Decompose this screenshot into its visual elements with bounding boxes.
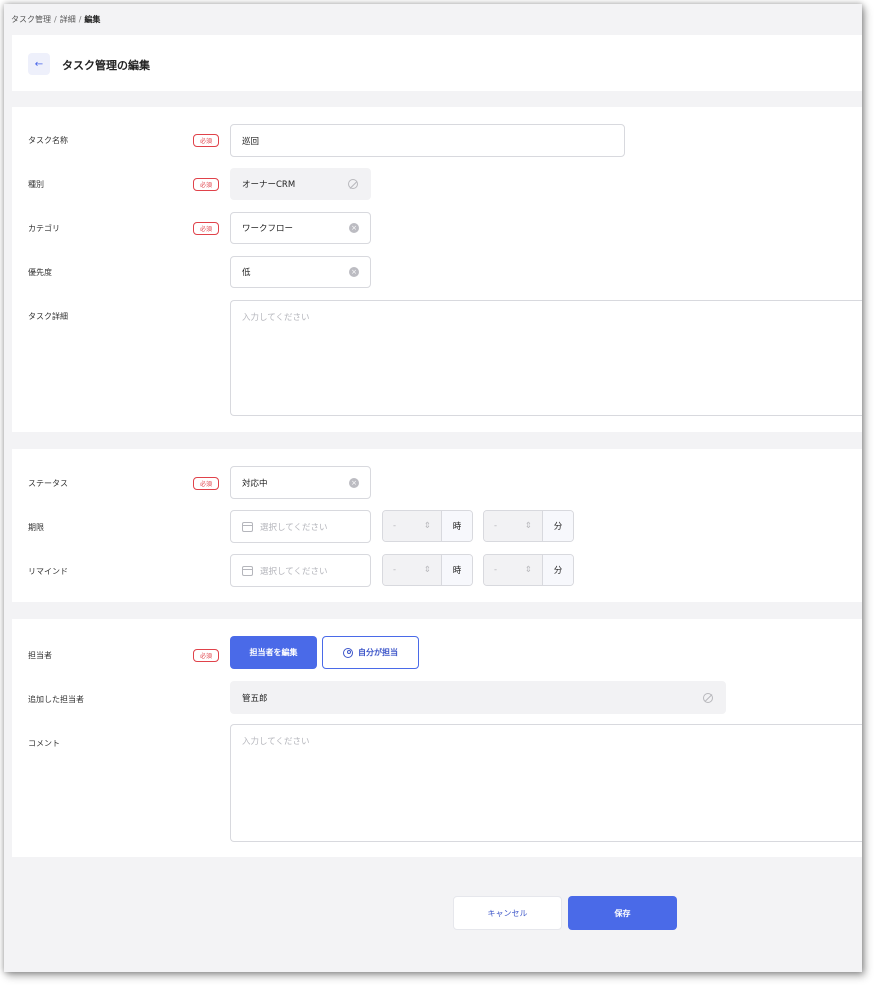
required-badge: 必須 <box>193 222 219 235</box>
deadline-date-picker[interactable]: 選択してください <box>230 510 371 543</box>
clear-icon[interactable]: × <box>349 477 359 488</box>
clear-icon[interactable]: × <box>349 267 359 277</box>
hour-unit: 時 <box>441 555 472 585</box>
deadline-hour-field[interactable]: - ⇕ <box>383 511 441 541</box>
remind-label: リマインド <box>28 567 68 576</box>
assignee-label: 担当者 <box>28 651 52 660</box>
user-icon <box>343 647 353 658</box>
task-name-input[interactable]: 巡回 <box>230 124 625 157</box>
spinner-icon[interactable]: ⇕ <box>424 521 431 531</box>
page-header: ← タスク管理の編集 <box>12 35 862 91</box>
category-select[interactable]: ワークフロー × <box>230 212 371 244</box>
assignee-section: 担当者 必須 担当者を編集 自分が担当 追加した担当者 管五郎 コメント 入力し… <box>12 619 862 857</box>
status-section: ステータス 必須 対応中 × 期限 選択してください - ⇕ 時 - ⇕ 分 リ… <box>12 449 862 602</box>
category-value: ワークフロー <box>242 224 294 234</box>
required-badge: 必須 <box>193 477 219 490</box>
deadline-hour-input[interactable]: - ⇕ 時 <box>382 510 473 542</box>
added-assignee-value: 管五郎 <box>242 693 268 704</box>
remind-minute-field[interactable]: - ⇕ <box>484 555 542 585</box>
deadline-minute-field[interactable]: - ⇕ <box>484 511 542 541</box>
remind-hour-value: - <box>393 565 397 575</box>
deadline-date-placeholder: 選択してください <box>260 522 328 533</box>
assign-self-label: 自分が担当 <box>358 648 398 657</box>
status-select[interactable]: 対応中 × <box>230 466 371 499</box>
priority-value: 低 <box>242 268 251 278</box>
deadline-hour-value: - <box>393 521 397 531</box>
task-name-value: 巡回 <box>242 136 260 147</box>
remind-hour-field[interactable]: - ⇕ <box>383 555 441 585</box>
priority-select[interactable]: 低 × <box>230 256 371 288</box>
disabled-icon <box>348 179 358 189</box>
page-title: タスク管理の編集 <box>62 59 150 72</box>
minute-unit: 分 <box>542 555 573 585</box>
remind-minute-input[interactable]: - ⇕ 分 <box>483 554 574 586</box>
disabled-icon <box>703 692 713 703</box>
breadcrumb: タスク管理 / 詳細 / 編集 <box>11 14 100 25</box>
deadline-label: 期限 <box>28 523 44 532</box>
breadcrumb-current: 編集 <box>84 15 101 24</box>
comment-placeholder: 入力してください <box>242 737 310 747</box>
detail-textarea[interactable]: 入力してください <box>230 300 862 416</box>
type-value: オーナーCRM <box>242 180 296 190</box>
detail-placeholder: 入力してください <box>242 313 310 323</box>
required-badge: 必須 <box>193 134 219 147</box>
remind-date-placeholder: 選択してください <box>260 566 328 577</box>
status-label: ステータス <box>28 479 68 488</box>
arrow-left-icon: ← <box>34 58 44 70</box>
comment-textarea[interactable]: 入力してください <box>230 724 862 842</box>
breadcrumb-detail[interactable]: 詳細 <box>60 15 76 24</box>
edit-assignee-button[interactable]: 担当者を編集 <box>230 636 317 669</box>
hour-unit: 時 <box>441 511 472 541</box>
type-select: オーナーCRM <box>230 168 371 200</box>
added-assignee-label: 追加した担当者 <box>28 695 84 704</box>
category-label: カテゴリ <box>28 224 60 233</box>
detail-label: タスク詳細 <box>28 312 68 321</box>
back-button[interactable]: ← <box>28 53 50 75</box>
priority-label: 優先度 <box>28 268 52 277</box>
breadcrumb-separator: / <box>78 15 82 24</box>
deadline-minute-value: - <box>494 521 498 531</box>
basic-info-section: タスク名称 必須 巡回 種別 必須 オーナーCRM カテゴリ 必須 ワークフロー… <box>12 107 862 432</box>
save-button[interactable]: 保存 <box>568 896 677 930</box>
type-label: 種別 <box>28 180 44 189</box>
assign-self-button[interactable]: 自分が担当 <box>322 636 419 669</box>
required-badge: 必須 <box>193 649 219 662</box>
required-badge: 必須 <box>193 178 219 191</box>
calendar-icon <box>242 565 253 576</box>
breadcrumb-task-management[interactable]: タスク管理 <box>11 15 51 24</box>
remind-hour-input[interactable]: - ⇕ 時 <box>382 554 473 586</box>
added-assignee-field: 管五郎 <box>230 681 726 714</box>
remind-minute-value: - <box>494 565 498 575</box>
remind-date-picker[interactable]: 選択してください <box>230 554 371 587</box>
breadcrumb-separator: / <box>54 15 57 24</box>
clear-icon[interactable]: × <box>349 223 359 233</box>
comment-label: コメント <box>28 739 60 748</box>
spinner-icon[interactable]: ⇕ <box>525 521 532 531</box>
status-value: 対応中 <box>242 478 268 489</box>
spinner-icon[interactable]: ⇕ <box>525 565 532 575</box>
task-name-label: タスク名称 <box>28 136 68 145</box>
spinner-icon[interactable]: ⇕ <box>424 565 431 575</box>
deadline-minute-input[interactable]: - ⇕ 分 <box>483 510 574 542</box>
minute-unit: 分 <box>542 511 573 541</box>
cancel-button[interactable]: キャンセル <box>453 896 562 930</box>
calendar-icon <box>242 521 253 532</box>
app-frame: タスク管理 / 詳細 / 編集 ← タスク管理の編集 タスク名称 必須 巡回 種別 必須… <box>4 4 862 972</box>
